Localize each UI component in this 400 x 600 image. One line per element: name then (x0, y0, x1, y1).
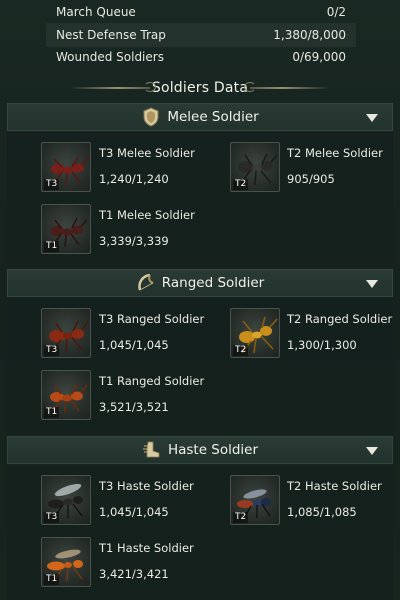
unit-name: T1 Melee Soldier (99, 208, 195, 222)
unit-count: 1,240/1,240 (99, 172, 169, 186)
unit-name: T2 Haste Soldier (287, 479, 382, 493)
tier-badge: T1 (44, 407, 60, 418)
unit-name: T3 Melee Soldier (99, 146, 195, 160)
unit-card[interactable]: T2 T2 Ranged Soldier 1,300/1,300 (230, 308, 400, 360)
section-title: Haste Soldier (167, 442, 259, 458)
chevron-down-icon[interactable] (366, 280, 378, 288)
tier-badge: T1 (44, 241, 60, 252)
tier-badge: T3 (44, 512, 60, 523)
unit-card[interactable]: T3 T3 Haste Soldier 1,045/1,045 (7, 475, 194, 527)
section-header-haste[interactable]: Haste Soldier (7, 436, 393, 464)
ant-portrait: T1 (41, 204, 91, 254)
unit-count: 3,421/3,421 (99, 567, 169, 581)
tier-badge: T2 (233, 512, 249, 523)
bow-icon (136, 273, 156, 293)
ant-portrait: T1 (41, 370, 91, 420)
section-body-melee: T3 T3 Melee Soldier 1,240/1,240 T2 T2 Me… (7, 132, 393, 267)
section-title: Ranged Soldier (161, 275, 265, 291)
ornament-swirl-left (144, 82, 156, 92)
unit-card[interactable]: T1 T1 Melee Soldier 3,339/3,339 (7, 204, 195, 256)
chevron-down-icon[interactable] (366, 447, 378, 455)
unit-count: 905/905 (287, 172, 335, 186)
boot-icon (142, 440, 162, 460)
tier-badge: T3 (44, 179, 60, 190)
section-title: Melee Soldier (167, 109, 259, 125)
stat-row-march-queue: March Queue 0/2 (46, 0, 356, 24)
unit-name: T1 Haste Soldier (99, 541, 194, 555)
stat-row-wounded-soldiers: Wounded Soldiers 0/69,000 (46, 45, 356, 69)
section-header-ranged[interactable]: Ranged Soldier (7, 269, 393, 297)
chevron-down-icon[interactable] (366, 114, 378, 122)
unit-count: 1,085/1,085 (287, 505, 357, 519)
tier-badge: T2 (233, 179, 249, 190)
stat-label: Nest Defense Trap (56, 28, 166, 42)
soldiers-data-heading: Soldiers Data (0, 73, 400, 103)
soldiers-data-panel: March Queue 0/2 Nest Defense Trap 1,380/… (0, 0, 400, 600)
unit-count: 3,521/3,521 (99, 400, 169, 414)
stat-value: 1,380/8,000 (273, 28, 346, 42)
tier-badge: T1 (44, 574, 60, 585)
ornament-divider-left (70, 87, 150, 89)
unit-card[interactable]: T2 T2 Haste Soldier 1,085/1,085 (230, 475, 400, 527)
stat-value: 0/2 (326, 5, 346, 19)
stat-label: Wounded Soldiers (56, 50, 164, 64)
stat-label: March Queue (56, 5, 136, 19)
ant-portrait: T3 (41, 308, 91, 358)
unit-count: 1,300/1,300 (287, 338, 357, 352)
wasp-portrait: T3 (41, 475, 91, 525)
unit-card[interactable]: T1 T1 Ranged Soldier 3,521/3,521 (7, 370, 204, 422)
unit-card[interactable]: T2 T2 Melee Soldier 905/905 (230, 142, 400, 194)
stat-row-nest-defense-trap: Nest Defense Trap 1,380/8,000 (46, 23, 356, 47)
shield-icon (141, 107, 161, 127)
wasp-portrait: T1 (41, 537, 91, 587)
unit-name: T3 Ranged Soldier (99, 312, 205, 326)
unit-card[interactable]: T3 T3 Melee Soldier 1,240/1,240 (7, 142, 195, 194)
ornament-divider-right (250, 87, 330, 89)
unit-count: 1,045/1,045 (99, 505, 169, 519)
tier-badge: T3 (44, 345, 60, 356)
unit-name: T1 Ranged Soldier (99, 374, 205, 388)
page-title: Soldiers Data (151, 80, 249, 96)
stat-value: 0/69,000 (292, 50, 346, 64)
ant-portrait: T2 (230, 308, 280, 358)
unit-name: T3 Haste Soldier (99, 479, 194, 493)
tier-badge: T2 (233, 345, 249, 356)
wasp-portrait: T2 (230, 475, 280, 525)
unit-card[interactable]: T3 T3 Ranged Soldier 1,045/1,045 (7, 308, 204, 360)
unit-name: T2 Melee Soldier (287, 146, 383, 160)
unit-name: T2 Ranged Soldier (287, 312, 393, 326)
ant-portrait: T3 (41, 142, 91, 192)
section-body-haste: T3 T3 Haste Soldier 1,045/1,045 T2 T2 Ha… (7, 465, 393, 600)
section-header-melee[interactable]: Melee Soldier (7, 103, 393, 131)
section-body-ranged: T3 T3 Ranged Soldier 1,045/1,045 T2 T2 R… (7, 298, 393, 434)
unit-count: 1,045/1,045 (99, 338, 169, 352)
ant-portrait: T2 (230, 142, 280, 192)
unit-count: 3,339/3,339 (99, 234, 169, 248)
unit-card[interactable]: T1 T1 Haste Soldier 3,421/3,421 (7, 537, 194, 589)
